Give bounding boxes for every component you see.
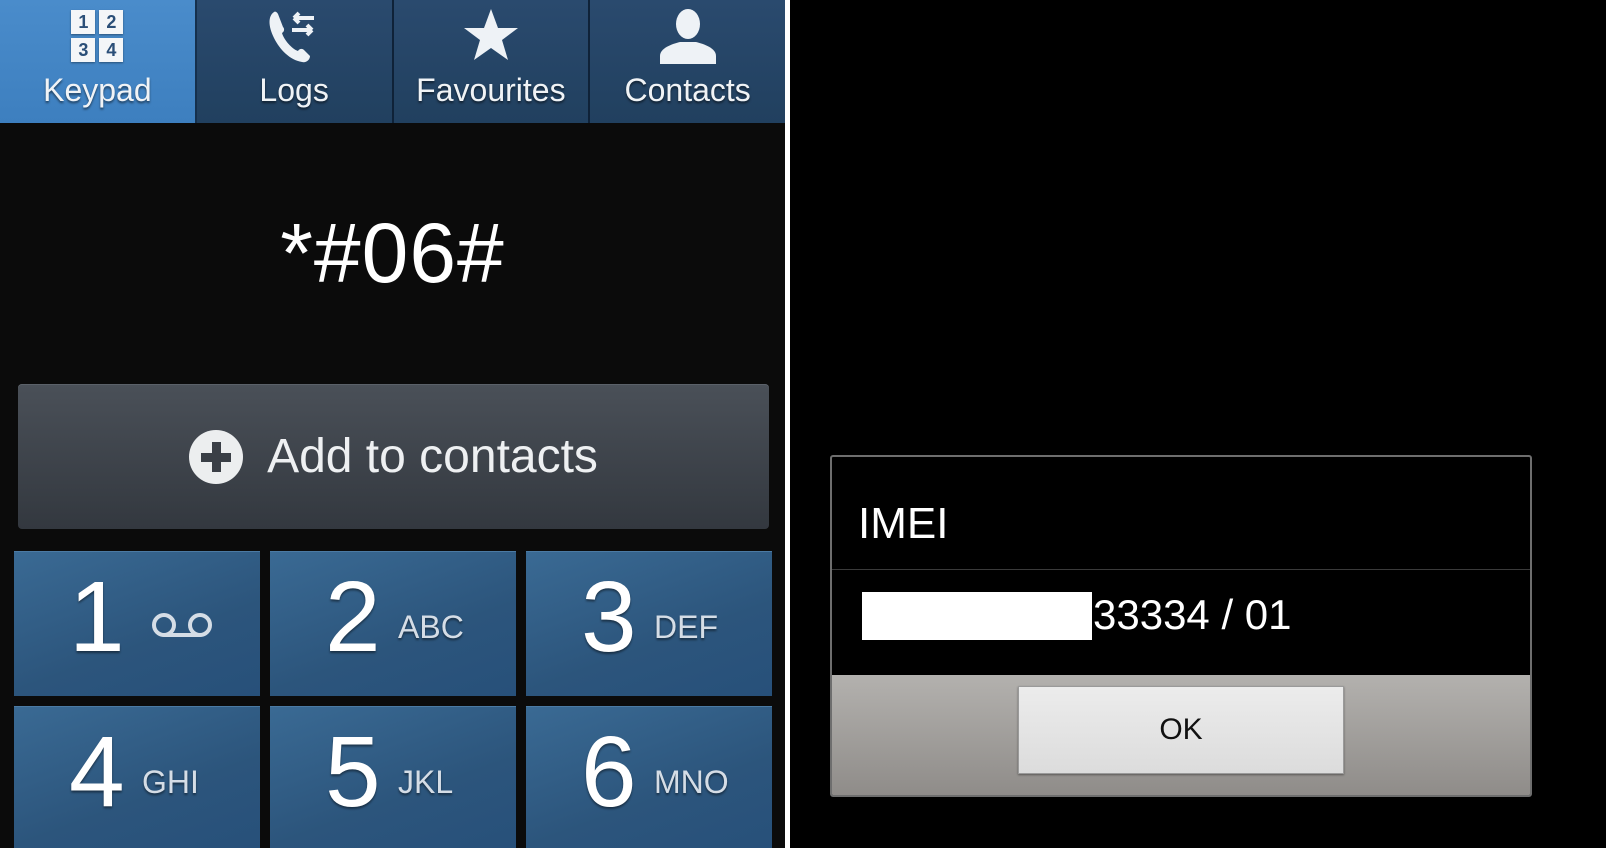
keypad-icon-digit: 3 <box>71 38 96 62</box>
tab-label: Contacts <box>624 72 751 108</box>
dialog-footer: OK <box>832 675 1530 795</box>
ok-button[interactable]: OK <box>1018 686 1344 774</box>
dialer-screen: 1 2 3 4 Keypad Logs Favourites Contacts … <box>0 0 785 848</box>
key-letters: ABC <box>398 609 464 645</box>
key-4[interactable]: 4 GHI <box>14 706 260 848</box>
keypad-icon-digit: 4 <box>99 38 124 62</box>
add-to-contacts-button[interactable]: Add to contacts <box>18 384 769 529</box>
key-1[interactable]: 1 <box>14 551 260 696</box>
dialed-number-field[interactable]: *#06# <box>0 205 785 302</box>
tab-favourites[interactable]: Favourites <box>393 0 591 123</box>
add-to-contacts-label: Add to contacts <box>267 430 598 483</box>
key-2[interactable]: 2 ABC <box>270 551 516 696</box>
keypad-icon-digit: 2 <box>99 10 124 34</box>
key-digit: 1 <box>69 561 125 673</box>
tab-keypad[interactable]: 1 2 3 4 Keypad <box>0 0 197 123</box>
dialer-tab-bar: 1 2 3 4 Keypad Logs Favourites Contacts <box>0 0 785 123</box>
imei-dialog: IMEI 33334 / 01 OK <box>830 455 1532 797</box>
key-digit: 2 <box>325 561 381 673</box>
key-digit: 3 <box>581 561 637 673</box>
call-log-icon <box>264 6 324 66</box>
key-digit: 5 <box>325 716 381 828</box>
key-3[interactable]: 3 DEF <box>526 551 772 696</box>
dialog-separator <box>832 569 1530 570</box>
voicemail-icon <box>152 613 212 637</box>
keypad-icon: 1 2 3 4 <box>67 6 127 66</box>
tab-label: Favourites <box>416 72 566 108</box>
key-letters: DEF <box>654 609 718 645</box>
imei-screen: IMEI 33334 / 01 OK <box>790 0 1606 848</box>
redaction-box <box>862 592 1092 640</box>
imei-value: 33334 / 01 <box>1093 591 1292 638</box>
key-letters: JKL <box>398 764 454 800</box>
key-letters: GHI <box>142 764 199 800</box>
key-letters: MNO <box>654 764 729 800</box>
key-digit: 4 <box>69 716 125 828</box>
tab-logs[interactable]: Logs <box>196 0 394 123</box>
key-digit: 6 <box>581 716 637 828</box>
tab-contacts[interactable]: Contacts <box>590 0 785 123</box>
key-6[interactable]: 6 MNO <box>526 706 772 848</box>
key-5[interactable]: 5 JKL <box>270 706 516 848</box>
star-icon <box>461 6 521 66</box>
tab-label: Keypad <box>43 72 152 108</box>
plus-circle-icon <box>189 429 244 484</box>
keypad-icon-digit: 1 <box>71 10 96 34</box>
tab-label: Logs <box>259 72 329 108</box>
person-icon <box>658 6 718 66</box>
dialog-title: IMEI <box>858 499 949 548</box>
